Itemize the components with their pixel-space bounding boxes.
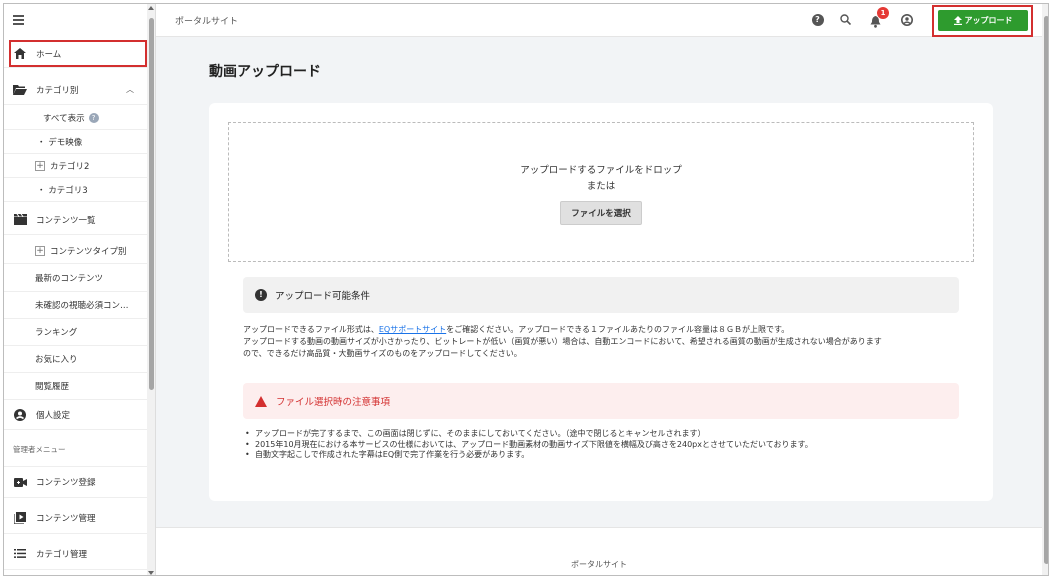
main-scrollbar[interactable] [1042, 4, 1048, 575]
sidebar-item-label: コンテンツ管理 [36, 513, 96, 524]
sidebar-item-label: コンテンツタイプ別 [50, 247, 127, 257]
hamburger-menu-icon[interactable] [13, 15, 24, 25]
sidebar-item-unconfirmed[interactable]: 未確認の視聴必須コン… [4, 292, 148, 319]
sidebar-item-label: 未確認の視聴必須コン… [35, 301, 129, 311]
sidebar-item-label: ・ カテゴリ3 [37, 186, 88, 196]
sidebar-item-ranking[interactable]: ランキング [4, 319, 148, 346]
sidebar-item-favorites[interactable]: お気に入り [4, 346, 148, 373]
sidebar-item-label: コンテンツ登録 [36, 478, 96, 488]
conditions-description: アップロードできるファイル形式は、EQサポートサイトをご確認ください。アップロー… [243, 324, 973, 360]
sidebar-item-content-type[interactable]: + コンテンツタイプ別 [4, 239, 148, 264]
sidebar-item-personal-settings[interactable]: 個人設定 [4, 400, 148, 430]
sidebar-item-category-manage[interactable]: カテゴリ管理 [4, 538, 148, 570]
sidebar-item-label: ・ デモ映像 [37, 138, 83, 148]
video-camera-icon [13, 476, 27, 488]
scroll-up-arrow-icon[interactable] [148, 6, 154, 10]
clapper-icon [13, 214, 27, 226]
desc-line2: アップロードする動画の動画サイズが小さかったり、ビットレートが低い（画質が悪い）… [243, 337, 882, 346]
sidebar-item-contents-list[interactable]: コンテンツ一覧 [4, 205, 148, 235]
sidebar-item-label: 閲覧履歴 [35, 382, 70, 392]
sidebar-item-label: カテゴリ別 [36, 85, 79, 96]
site-name[interactable]: ポータルサイト [175, 14, 238, 27]
search-icon[interactable] [838, 12, 853, 27]
sidebar-item-label: 最新のコンテンツ [35, 274, 104, 284]
account-circle-icon [13, 408, 27, 421]
sidebar: ホーム カテゴリ別 ︿ すべて表示 ? ・ デモ映像 + カテゴリ2 ・ カテゴ… [4, 4, 156, 575]
file-selection-warning-header: ファイル選択時の注意事項 [243, 383, 959, 419]
sidebar-item-label: カテゴリ2 [50, 162, 90, 172]
sidebar-item-content-manage[interactable]: コンテンツ管理 [4, 502, 148, 534]
upload-button[interactable]: アップロード [938, 10, 1028, 31]
sidebar-item-history[interactable]: 閲覧履歴 [4, 373, 148, 400]
sidebar-item-content-register[interactable]: コンテンツ登録 [4, 466, 148, 498]
sidebar-item-label: お気に入り [35, 355, 78, 365]
conditions-title: アップロード可能条件 [275, 291, 371, 302]
notification-badge: 1 [877, 7, 889, 19]
list-icon [13, 548, 27, 560]
sidebar-scrollbar[interactable] [147, 4, 155, 575]
help-icon[interactable]: ? [810, 12, 825, 27]
sidebar-item-label: カテゴリ管理 [36, 549, 88, 560]
sidebar-item-label: ランキング [35, 328, 78, 338]
footer: ポータルサイト [156, 527, 1042, 575]
upload-conditions-header: ! アップロード可能条件 [243, 277, 959, 313]
main-content: 動画アップロード アップロードするファイルをドロップ または ファイルを選択 !… [156, 37, 1042, 527]
footer-text: ポータルサイト [571, 560, 627, 569]
eq-support-link[interactable]: EQサポートサイト [379, 325, 446, 334]
sidebar-item-label: すべて表示 [43, 114, 85, 124]
chevron-up-icon[interactable]: ︿ [126, 84, 134, 95]
help-icon[interactable]: ? [88, 113, 99, 123]
warning-notes-list: アップロードが完了するまで、この画面は閉じずに、そのままにしておいてください。（… [243, 429, 973, 461]
highlight-box-home [9, 40, 147, 67]
desc-prefix: アップロードできるファイル形式は、 [243, 325, 379, 334]
sidebar-item-show-all[interactable]: すべて表示 ? [4, 107, 148, 130]
plus-box-icon[interactable]: + [35, 161, 45, 171]
desc-line3: ので、できるだけ高品質・大動画サイズのものをアップロードしてください。 [243, 349, 522, 358]
or-text: または [586, 181, 616, 192]
sidebar-item-latest[interactable]: 最新のコンテンツ [4, 265, 148, 292]
info-icon: ! [255, 289, 267, 301]
scroll-down-arrow-icon[interactable] [148, 571, 154, 575]
desc-suffix: をご確認ください。アップロードできる１ファイルあたりのファイル容量は８ＧＢが上限… [446, 325, 790, 334]
file-drop-zone[interactable]: アップロードするファイルをドロップ または ファイルを選択 [228, 122, 974, 262]
list-item: アップロードが完了するまで、この画面は閉じずに、そのままにしておいてください。（… [243, 429, 973, 440]
sidebar-item-category3[interactable]: ・ カテゴリ3 [4, 179, 148, 202]
upload-icon [953, 16, 962, 25]
sidebar-item-demo-video[interactable]: ・ デモ映像 [4, 131, 148, 154]
sidebar-item-category[interactable]: カテゴリ別 ︿ [4, 75, 148, 105]
admin-menu-label: 管理者メニュー [13, 445, 66, 454]
folder-open-icon [13, 84, 27, 96]
select-file-button[interactable]: ファイルを選択 [560, 201, 642, 225]
sidebar-item-category2[interactable]: + カテゴリ2 [4, 155, 148, 178]
upload-card: アップロードするファイルをドロップ または ファイルを選択 ! アップロード可能… [209, 103, 993, 501]
sidebar-scroll-thumb[interactable] [149, 18, 154, 390]
play-box-icon [13, 511, 27, 524]
list-item: 2015年10月現在における本サービスの仕様においては、アップロード動画素材の動… [243, 440, 973, 451]
page-title: 動画アップロード [209, 64, 321, 80]
sidebar-item-label: 個人設定 [36, 410, 71, 421]
sidebar-item-label: コンテンツ一覧 [36, 215, 96, 226]
list-item: 自動文字起こしで作成された字幕はEQ側で完了作業を行う必要があります。 [243, 450, 973, 461]
app-window: ホーム カテゴリ別 ︿ すべて表示 ? ・ デモ映像 + カテゴリ2 ・ カテゴ… [3, 3, 1049, 576]
account-circle-icon[interactable] [899, 12, 914, 27]
drop-instruction: アップロードするファイルをドロップ [520, 165, 682, 176]
upload-button-label: アップロード [964, 16, 1013, 25]
warning-title: ファイル選択時の注意事項 [276, 397, 391, 408]
main-scroll-thumb[interactable] [1044, 16, 1048, 564]
plus-box-icon[interactable]: + [35, 246, 45, 256]
warning-icon [255, 395, 267, 407]
